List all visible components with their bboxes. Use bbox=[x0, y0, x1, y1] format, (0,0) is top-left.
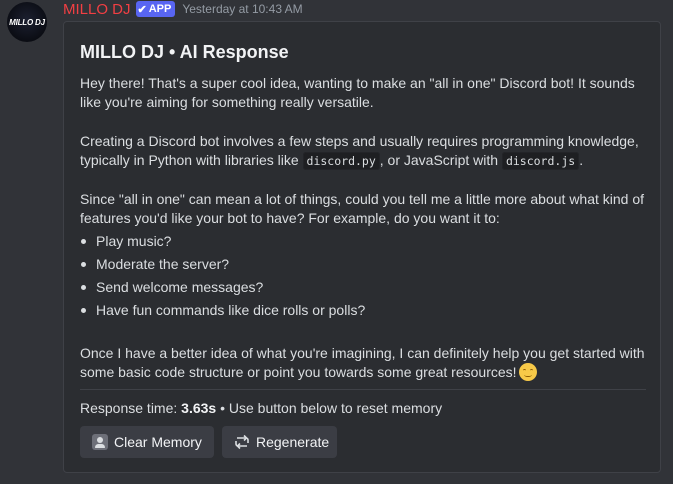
embed-title: MILLO DJ • AI Response bbox=[80, 42, 289, 62]
user-icon bbox=[92, 434, 108, 450]
feature-list: Play music? Moderate the server? Send we… bbox=[80, 232, 646, 324]
response-time-value: 3.63s bbox=[181, 400, 217, 416]
regenerate-label: Regenerate bbox=[256, 434, 330, 450]
clear-memory-label: Clear Memory bbox=[114, 434, 202, 450]
list-item: Have fun commands like dice rolls or pol… bbox=[80, 301, 646, 324]
response-time-label: Response time: bbox=[80, 400, 182, 416]
paragraph-question: Since "all in one" can mean a lot of thi… bbox=[80, 191, 645, 226]
paragraph-requirements-text-2: , or JavaScript with bbox=[379, 152, 502, 168]
timestamp[interactable]: Yesterday at 10:43 AM bbox=[182, 2, 302, 16]
paragraph-closing: Once I have a better idea of what you're… bbox=[80, 344, 646, 382]
clear-memory-button[interactable]: Clear Memory bbox=[80, 426, 214, 458]
checkmark-icon: ✔ bbox=[137, 3, 147, 16]
response-time-footer: Response time: 3.63s • Use button below … bbox=[80, 400, 442, 416]
ai-response-embed: MILLO DJ • AI Response Hey there! That's… bbox=[63, 21, 661, 473]
divider bbox=[80, 389, 646, 390]
username[interactable]: MILLO DJ bbox=[63, 1, 131, 18]
bot-avatar[interactable]: MILLO DJ bbox=[7, 2, 47, 42]
paragraph-requirements-end: . bbox=[579, 152, 584, 168]
regenerate-button[interactable]: Regenerate bbox=[222, 426, 337, 458]
avatar-text: MILLO DJ bbox=[9, 17, 45, 27]
message-header: MILLO DJ ✔ APP Yesterday at 10:43 AM bbox=[63, 0, 303, 18]
smiling-face-icon bbox=[518, 363, 537, 381]
app-badge: ✔ APP bbox=[135, 1, 176, 17]
paragraph-intro: Hey there! That's a super cool idea, wan… bbox=[80, 75, 635, 110]
app-badge-label: APP bbox=[148, 3, 172, 15]
paragraph-closing-text: Once I have a better idea of what you're… bbox=[80, 345, 645, 380]
code-discord-py: discord.py bbox=[302, 152, 380, 170]
reset-hint: • Use button below to reset memory bbox=[216, 400, 443, 416]
regenerate-icon bbox=[234, 434, 250, 450]
list-item: Play music? bbox=[80, 232, 646, 255]
list-item: Moderate the server? bbox=[80, 255, 646, 278]
code-discord-js: discord.js bbox=[501, 152, 580, 170]
paragraph-requirements: Creating a Discord bot involves a few st… bbox=[80, 132, 646, 171]
list-item: Send welcome messages? bbox=[80, 278, 646, 301]
